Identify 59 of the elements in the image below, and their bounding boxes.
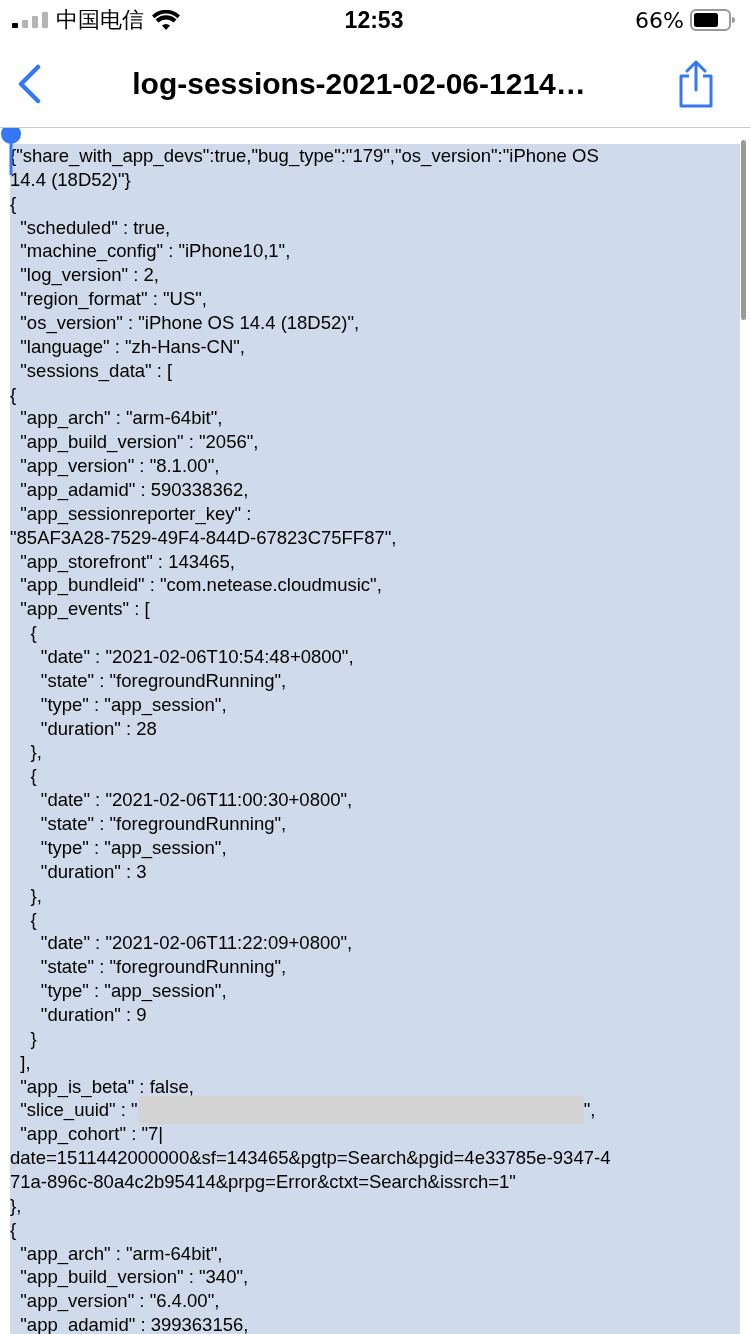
log-line: "app_events" : [ <box>19 597 151 622</box>
signal-icon <box>12 12 48 28</box>
log-line: "type" : "app_session", <box>39 692 228 717</box>
log-line: "app_arch" : "arm-64bit", <box>19 406 224 431</box>
log-line: "duration" : 9 <box>39 1002 148 1027</box>
log-line: "app_version" : "6.4.00", <box>19 1289 221 1314</box>
log-line: "type" : "app_session", <box>39 979 228 1003</box>
battery-icon <box>690 9 736 31</box>
log-line: "date" : "2021-02-06T11:22:09+0800", <box>39 931 354 956</box>
battery-percentage: 66% <box>635 7 684 33</box>
log-line: "85AF3A28-7529-49F4-844D-67823C75FF87", <box>10 525 398 550</box>
log-line: "date" : "2021-02-06T11:00:30+0800", <box>39 788 354 813</box>
log-line: "region_format" : "US", <box>19 287 208 311</box>
log-line: { <box>29 621 38 646</box>
log-line: "app_build_version" : "2056", <box>19 430 260 455</box>
document-title: log-sessions-2021-02-06-1214… <box>131 66 587 101</box>
log-line: {"share_with_app_devs":true,"bug_type":"179","os_version":"iPhone OS <box>10 144 600 168</box>
log-line: "app_adamid" : 399363156, <box>19 1313 250 1334</box>
log-line: }, <box>10 1193 23 1218</box>
log-line: "type" : "app_session", <box>39 835 228 860</box>
log-line: "app_arch" : "arm-64bit", <box>19 1241 224 1266</box>
log-line: "slice_uuid" : " <box>19 1098 138 1123</box>
log-line: ], <box>19 1050 32 1075</box>
log-line: "state" : "foregroundRunning", <box>39 812 288 836</box>
log-line: { <box>29 907 38 932</box>
log-line: "os_version" : "iPhone OS 14.4 (18D52)", <box>19 311 361 335</box>
log-line: "sessions_data" : [ <box>19 358 174 383</box>
log-line: date=1511442000000&sf=143465&pgtp=Search&pgid=4e33785e-9347-4 <box>10 1146 612 1170</box>
log-line: "app_bundleid" : "com.netease.cloudmusic", <box>19 573 383 598</box>
log-line: "app_storefront" : 143465, <box>19 549 236 574</box>
log-line: "app_build_version" : "340", <box>19 1265 250 1290</box>
back-button[interactable] <box>16 63 42 104</box>
wifi-icon <box>152 10 180 30</box>
log-line: { <box>10 191 18 216</box>
carrier-name: 中国电信 <box>56 6 144 34</box>
log-line: "scheduled" : true, <box>19 215 172 240</box>
log-line: "machine_config" : "iPhone10,1", <box>19 239 292 264</box>
log-line: "app_cohort" : "7| <box>19 1122 165 1147</box>
log-line: 14.4 (18D52)"} <box>10 167 132 192</box>
log-line: "app_sessionreporter_key" : <box>19 501 253 526</box>
log-line: { <box>29 764 38 789</box>
log-line: "duration" : 3 <box>39 859 148 884</box>
log-line: "state" : "foregroundRunning", <box>39 668 288 693</box>
log-line: 71a-896c-80a4c2b95414&prpg=Error&ctxt=Search&issrch=1" <box>10 1169 517 1194</box>
log-line: "date" : "2021-02-06T10:54:48+0800", <box>39 645 355 669</box>
log-line: { <box>10 1217 18 1242</box>
log-line: "app_is_beta" : false, <box>19 1074 195 1099</box>
log-line: "app_adamid" : 590338362, <box>19 478 250 502</box>
log-line: "app_version" : "8.1.00", <box>19 454 221 479</box>
log-line: "language" : "zh-Hans-CN", <box>19 334 246 359</box>
clock-time: 12:53 <box>344 6 404 33</box>
log-line: { <box>10 382 18 407</box>
log-line: "log_version" : 2, <box>19 263 160 288</box>
log-line: "state" : "foregroundRunning", <box>39 955 288 980</box>
log-line: }, <box>29 740 43 765</box>
log-line: }, <box>29 883 43 908</box>
log-line: ", <box>583 1098 596 1123</box>
log-line: "duration" : 28 <box>39 716 158 741</box>
log-line: } <box>29 1026 38 1051</box>
